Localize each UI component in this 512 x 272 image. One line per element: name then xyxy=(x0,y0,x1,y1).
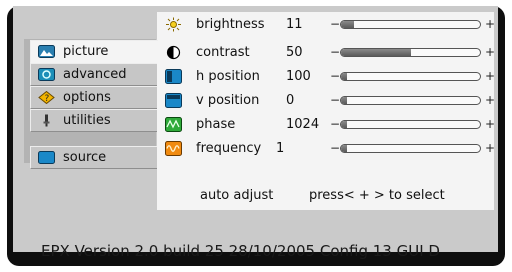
menu-item-label: options xyxy=(63,90,111,105)
setting-value: 50 xyxy=(286,44,303,60)
setting-row-frequency: frequency 1 − + xyxy=(160,136,495,160)
contrast-slider[interactable] xyxy=(340,47,481,57)
select-hint: press< + > to select xyxy=(309,188,445,203)
menu-item-picture[interactable]: picture xyxy=(30,40,158,63)
decrease-button[interactable]: − xyxy=(330,93,340,107)
contrast-icon xyxy=(166,45,181,59)
setting-value: 11 xyxy=(286,16,303,32)
setting-value: 1 xyxy=(276,140,285,156)
menu-item-label: source xyxy=(63,150,107,165)
sun-icon xyxy=(166,17,181,31)
setting-row-v-position: v position 0 − + xyxy=(160,88,495,112)
decrease-button[interactable]: − xyxy=(330,141,340,155)
phase-icon xyxy=(165,116,182,132)
v-position-slider[interactable] xyxy=(340,95,481,105)
phase-slider[interactable] xyxy=(340,119,481,129)
menu-item-advanced[interactable]: advanced xyxy=(30,63,157,86)
options-icon: ? xyxy=(38,91,55,104)
menu-item-utilities[interactable]: utilities xyxy=(30,109,157,132)
setting-row-phase: phase 1024 − + xyxy=(160,112,495,136)
decrease-button[interactable]: − xyxy=(330,45,340,59)
setting-row-h-position: h position 100 − + xyxy=(160,64,495,88)
source-icon xyxy=(38,151,55,164)
advanced-icon xyxy=(38,68,55,81)
setting-label: frequency xyxy=(196,140,262,156)
menu-item-source[interactable]: source xyxy=(30,146,157,169)
h-position-slider[interactable] xyxy=(340,71,481,81)
setting-row-brightness: brightness 11 − + xyxy=(160,12,495,36)
auto-adjust-button[interactable]: auto adjust xyxy=(200,188,273,203)
slider-fill xyxy=(341,120,347,128)
setting-label: v position xyxy=(196,92,260,108)
decrease-button[interactable]: − xyxy=(330,117,340,131)
slider-fill xyxy=(341,72,347,80)
svg-text:?: ? xyxy=(45,94,50,104)
decrease-button[interactable]: − xyxy=(330,17,340,31)
setting-value: 1024 xyxy=(286,116,320,132)
increase-button[interactable]: + xyxy=(485,17,495,31)
brightness-slider[interactable] xyxy=(340,19,481,29)
menu-item-label: advanced xyxy=(63,67,127,82)
setting-value: 0 xyxy=(286,92,295,108)
slider-fill xyxy=(341,144,347,152)
setting-label: phase xyxy=(196,116,236,132)
frequency-slider[interactable] xyxy=(340,143,481,153)
increase-button[interactable]: + xyxy=(485,69,495,83)
increase-button[interactable]: + xyxy=(485,117,495,131)
picture-icon xyxy=(38,45,55,58)
utilities-icon xyxy=(43,114,50,127)
menu-item-options[interactable]: ? options xyxy=(30,86,157,109)
setting-label: brightness xyxy=(196,16,265,32)
menu-item-label: utilities xyxy=(63,113,111,128)
settings-footer: auto adjust press< + > to select xyxy=(160,184,494,208)
setting-value: 100 xyxy=(286,68,311,84)
increase-button[interactable]: + xyxy=(485,93,495,107)
setting-label: h position xyxy=(196,68,260,84)
menu-item-label: picture xyxy=(63,44,109,59)
decrease-button[interactable]: − xyxy=(330,69,340,83)
version-status-line: EPX Version 2.0 build 25 28/10/2005 Conf… xyxy=(41,242,440,260)
slider-fill xyxy=(341,96,347,104)
increase-button[interactable]: + xyxy=(485,141,495,155)
setting-row-contrast: contrast 50 − + xyxy=(160,40,495,64)
increase-button[interactable]: + xyxy=(485,45,495,59)
slider-fill xyxy=(341,20,354,28)
setting-label: contrast xyxy=(196,44,250,60)
slider-fill xyxy=(341,48,411,56)
h-position-icon xyxy=(165,68,182,84)
v-position-icon xyxy=(165,92,182,108)
frequency-icon xyxy=(165,140,182,156)
